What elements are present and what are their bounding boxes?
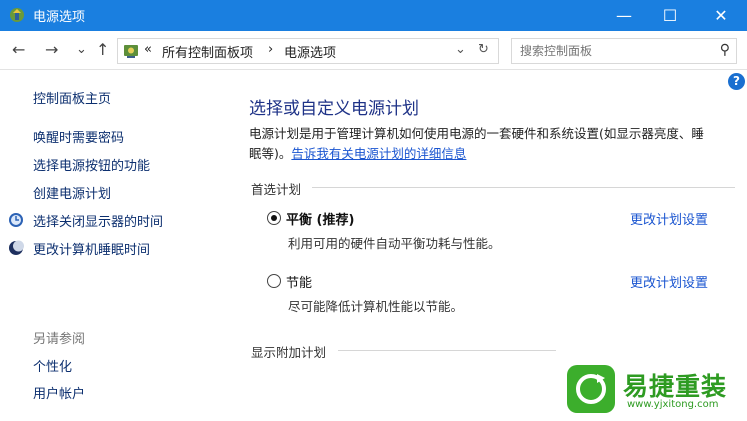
change-plan-settings-power-saver[interactable]: 更改计划设置 (630, 272, 708, 291)
plan-balanced-radio[interactable] (267, 211, 281, 225)
sidebar-home-link[interactable]: 控制面板主页 (33, 88, 111, 107)
sidebar-item-create-plan[interactable]: 创建电源计划 (33, 183, 111, 202)
sidebar-item-power-buttons[interactable]: 选择电源按钮的功能 (33, 155, 150, 174)
control-panel-icon (124, 45, 138, 58)
section-divider (312, 187, 735, 188)
page-title: 选择或自定义电源计划 (249, 99, 419, 119)
arrow-left-icon: ← (12, 40, 26, 59)
breadcrumb-all-items[interactable]: 所有控制面板项 (162, 42, 253, 61)
address-dropdown[interactable]: ⌄ (455, 42, 466, 57)
sidebar-item-wake-password[interactable]: 唤醒时需要密码 (33, 127, 124, 146)
address-box[interactable]: « 所有控制面板项 › 电源选项 ⌄ ↻ (117, 38, 499, 64)
sleep-moon-icon (9, 240, 24, 255)
forward-button[interactable]: → (45, 40, 58, 59)
display-timer-icon (9, 213, 23, 227)
plan-description: 电源计划是用于管理计算机如何使用电源的一套硬件和系统设置(如显示器亮度、睡 眠等… (249, 124, 734, 164)
description-line2: 眠等)。 (249, 146, 292, 161)
learn-more-link[interactable]: 告诉我有关电源计划的详细信息 (291, 146, 466, 161)
logo-badge (567, 365, 615, 413)
plan-power-saver-desc: 尽可能降低计算机性能以节能。 (288, 299, 464, 314)
search-input[interactable] (518, 42, 702, 60)
back-button[interactable]: ← (12, 40, 25, 59)
minimize-button[interactable]: — (601, 0, 647, 31)
plan-balanced-name[interactable]: 平衡 (推荐) (286, 209, 354, 228)
breadcrumb-power-options[interactable]: 电源选项 (284, 42, 336, 61)
maximize-button[interactable]: ☐ (647, 0, 693, 31)
title-bar: 电源选项 — ☐ ✕ (0, 0, 747, 31)
maximize-icon: ☐ (662, 6, 678, 25)
chevron-down-icon: ⌄ (76, 42, 87, 57)
plan-power-saver-name[interactable]: 节能 (286, 272, 312, 291)
section-divider (338, 350, 556, 351)
power-options-icon (10, 8, 24, 22)
description-line1: 电源计划是用于管理计算机如何使用电源的一套硬件和系统设置(如显示器亮度、睡 (249, 126, 704, 141)
close-icon: ✕ (714, 6, 728, 25)
chevron-down-icon: ⌄ (455, 42, 466, 57)
minimize-icon: — (616, 6, 632, 25)
sidebar-item-display-off-time[interactable]: 选择关闭显示器的时间 (33, 211, 163, 230)
window-title: 电源选项 (33, 10, 86, 25)
see-also-user-accounts[interactable]: 用户帐户 (33, 383, 85, 402)
watermark-brand: 易捷重装 (623, 372, 728, 401)
search-icon[interactable]: ⚲ (720, 42, 730, 58)
preferred-plans-heading: 首选计划 (251, 182, 302, 197)
watermark-logo: 易捷重装 www.yjxitong.com (567, 365, 743, 415)
sidebar-item-sleep-time[interactable]: 更改计算机睡眠时间 (33, 239, 150, 258)
arrow-right-icon: → (45, 40, 59, 59)
search-box[interactable]: ⚲ (511, 38, 737, 64)
plan-balanced-desc: 利用可用的硬件自动平衡功耗与性能。 (288, 236, 501, 251)
address-toolbar: ← → ⌄ ↑ « 所有控制面板项 › 电源选项 ⌄ ↻ ⚲ (0, 31, 747, 70)
breadcrumb-overflow[interactable]: « (144, 42, 152, 57)
see-also-heading: 另请参阅 (33, 332, 86, 347)
close-button[interactable]: ✕ (698, 0, 744, 31)
see-also-personalization[interactable]: 个性化 (33, 356, 72, 375)
refresh-button[interactable]: ↻ (478, 42, 489, 57)
up-button[interactable]: ↑ (96, 40, 109, 59)
help-button[interactable]: ? (728, 73, 745, 90)
help-icon: ? (733, 74, 740, 88)
arrow-up-icon: ↑ (96, 40, 110, 59)
refresh-icon: ↻ (478, 42, 489, 57)
watermark-url: www.yjxitong.com (627, 399, 719, 410)
recent-locations-button[interactable]: ⌄ (76, 42, 87, 57)
plan-power-saver-radio[interactable] (267, 274, 281, 288)
breadcrumb-separator: › (268, 42, 274, 57)
show-additional-plans[interactable]: 显示附加计划 (251, 342, 326, 361)
change-plan-settings-balanced[interactable]: 更改计划设置 (630, 209, 708, 228)
refresh-logo-icon (576, 374, 606, 404)
